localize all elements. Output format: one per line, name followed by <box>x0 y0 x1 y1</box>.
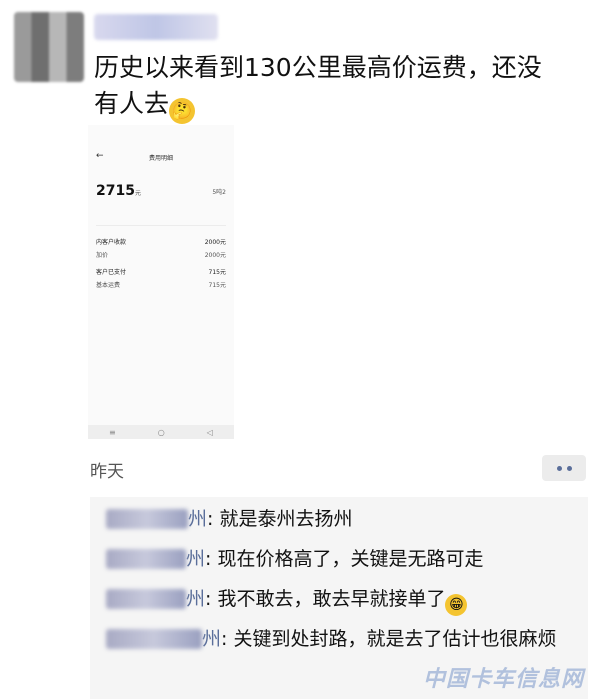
paid-row: 客户已支付 715元 <box>96 267 226 276</box>
comment-item[interactable]: 州: 就是泰州去扬州 <box>106 505 576 533</box>
sub-value: 2000元 <box>204 252 226 259</box>
back-icon: ◁ <box>206 427 213 437</box>
sub-label: 加价 <box>96 252 109 259</box>
comment-item[interactable]: 州: 我不敢去，敢去早就接单了 😁 <box>106 585 576 616</box>
grin-emoji-icon: 😁 <box>445 594 468 616</box>
menu-icon: ≡ <box>109 427 116 437</box>
comment-item[interactable]: 州: 现在价格高了，关键是无路可走 <box>106 545 576 573</box>
sub-row: 加价 2000元 <box>96 250 226 259</box>
inner-row: 内客户收款 2000元 <box>96 237 226 246</box>
paid-value: 715元 <box>208 269 226 276</box>
inner-label: 内客户收款 <box>96 239 127 246</box>
commenter-name[interactable] <box>106 549 186 569</box>
screenshot-nav-bar: ≡ ○ ◁ <box>88 425 234 439</box>
inner-value: 2000元 <box>204 239 226 246</box>
home-icon: ○ <box>157 427 165 437</box>
attached-screenshot[interactable]: ← 费用明细 2715元 5吨2 内客户收款 2000元 加价 2000元 客户… <box>88 125 234 439</box>
base-row: 基本运费 715元 <box>96 280 226 289</box>
watermark-logo: 中国卡车信息网 <box>422 667 584 692</box>
commenter-name[interactable] <box>106 629 202 649</box>
avatar[interactable] <box>14 12 84 82</box>
amount-value: 2715 <box>96 183 135 199</box>
amount-row: 2715元 5吨2 <box>96 183 226 199</box>
paid-label: 客户已支付 <box>96 269 127 276</box>
comment-item[interactable]: 州: 关键到处封路，就是去了估计也很麻烦 <box>106 625 566 653</box>
amount-unit: 元 <box>134 190 141 197</box>
post-timestamp: 昨天 <box>90 462 124 482</box>
poster-name[interactable] <box>94 14 218 40</box>
post-text: 历史以来看到130公里最高价运费，还没有人去 🤔 <box>94 50 564 124</box>
more-button[interactable] <box>542 455 586 481</box>
base-value: 715元 <box>208 282 226 289</box>
commenter-name[interactable] <box>106 589 186 609</box>
commenter-name[interactable] <box>106 509 188 529</box>
screenshot-title: 费用明细 <box>148 155 173 162</box>
right-value: 5吨2 <box>212 189 226 196</box>
thinking-emoji-icon: 🤔 <box>169 98 196 124</box>
post-text-content: 历史以来看到130公里最高价运费，还没有人去 <box>94 53 542 118</box>
base-label: 基本运费 <box>96 282 121 289</box>
